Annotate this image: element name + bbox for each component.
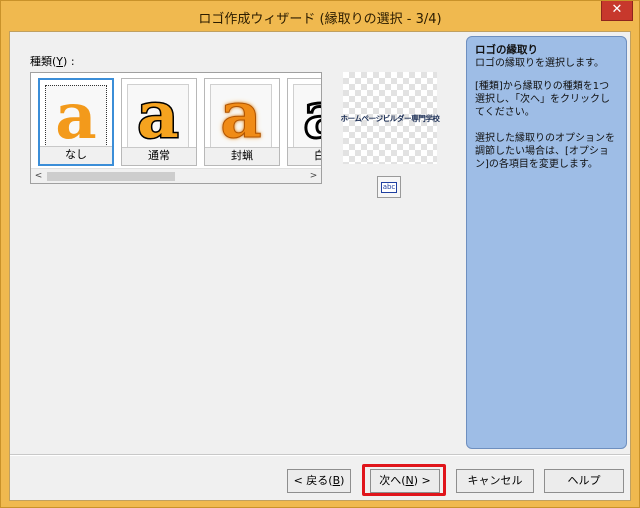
- gallery-thumbnail: a: [127, 78, 189, 153]
- gallery-item-caption: 封蝋: [205, 147, 279, 165]
- scrollbar-thumb[interactable]: [47, 172, 175, 181]
- back-label-prefix: < 戻る(: [293, 474, 333, 487]
- gallery-item-none[interactable]: a なし: [38, 78, 114, 166]
- gallery-thumbnail: a: [293, 82, 321, 149]
- letter-a-sample: a: [136, 78, 181, 153]
- help-heading: ロゴの縁取り: [475, 44, 538, 56]
- kind-label-prefix: 種類(: [30, 55, 57, 68]
- gallery-thumbnail: a: [210, 78, 272, 153]
- help-button[interactable]: ヘルプ: [544, 469, 624, 493]
- close-button[interactable]: ✕: [601, 1, 633, 21]
- footer-divider: [10, 454, 630, 456]
- kind-label: 種類(Y) :: [30, 53, 75, 69]
- scroll-left-arrow-icon[interactable]: <: [31, 169, 46, 183]
- gallery-thumbnail: a: [45, 85, 107, 149]
- gallery-item-normal[interactable]: a 通常: [121, 78, 197, 166]
- next-label-prefix: 次へ(: [379, 474, 406, 487]
- help-line-2: [種類]から縁取りの種類を1つ選択し、「次へ」をクリックしてください。: [475, 81, 610, 118]
- next-button[interactable]: 次へ(N) >: [370, 469, 440, 493]
- letter-a-sample: a: [220, 78, 262, 153]
- next-label-suffix: ) >: [413, 474, 431, 487]
- letter-a-sample: a: [302, 82, 321, 149]
- horizontal-scrollbar[interactable]: < >: [31, 168, 321, 183]
- scroll-right-arrow-icon[interactable]: >: [306, 169, 321, 183]
- border-style-gallery[interactable]: a なし a 通常 a 封蝋 a 白抜: [30, 72, 322, 184]
- help-line-3: 選択した縁取りのオプションを調節したい場合は、[オプション]の各項目を変更します…: [475, 133, 615, 170]
- title-bar[interactable]: ロゴ作成ウィザード (縁取りの選択 - 3/4) ✕: [1, 1, 639, 31]
- back-label-mnemonic: B: [332, 474, 341, 487]
- gallery-item-emboss[interactable]: a 封蝋: [204, 78, 280, 166]
- abc-icon: abc: [380, 181, 398, 193]
- gallery-item-caption: 白抜: [288, 147, 321, 165]
- letter-a-sample: a: [55, 79, 97, 154]
- preview-logo-text: ホームページビルダー専門学校: [340, 113, 440, 123]
- text-option-button[interactable]: abc: [377, 176, 401, 198]
- logo-preview: ホームページビルダー専門学校: [340, 72, 440, 164]
- help-line-1: ロゴの縁取りを選択します。: [475, 58, 604, 69]
- window-title: ロゴ作成ウィザード (縁取りの選択 - 3/4): [198, 12, 442, 27]
- help-panel: ロゴの縁取り ロゴの縁取りを選択します。 [種類]から縁取りの種類を1つ選択し、…: [466, 36, 627, 449]
- gallery-item-caption: なし: [40, 146, 112, 164]
- wizard-window: ロゴ作成ウィザード (縁取りの選択 - 3/4) ✕ 種類(Y) : a なし …: [0, 0, 640, 508]
- gallery-item-caption: 通常: [122, 147, 196, 165]
- cancel-button[interactable]: キャンセル: [456, 469, 534, 493]
- back-button[interactable]: < 戻る(B): [287, 469, 351, 493]
- back-label-suffix: ): [340, 474, 345, 487]
- gallery-item-outline[interactable]: a 白抜: [287, 78, 321, 166]
- dialog-body: 種類(Y) : a なし a 通常 a 封蝋 < > ホームページビルダー専門学…: [9, 31, 631, 501]
- kind-label-suffix: ) :: [63, 55, 75, 68]
- next-label-mnemonic: N: [405, 474, 414, 487]
